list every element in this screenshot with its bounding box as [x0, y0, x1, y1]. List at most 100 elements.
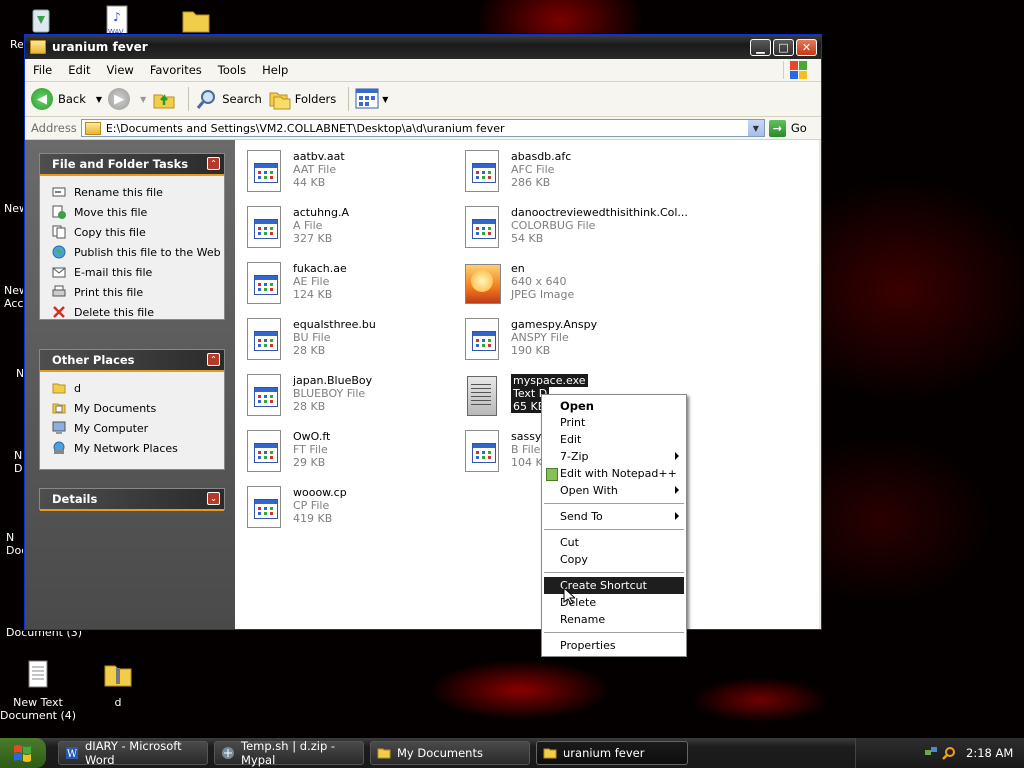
folders-button[interactable]: Folders: [268, 87, 336, 111]
task-label: Rename this file: [74, 185, 163, 199]
file-size: 28 KB: [293, 344, 326, 357]
collapse-icon[interactable]: ⌃: [207, 353, 220, 366]
desktop-icon-d-zip[interactable]: d: [80, 658, 156, 709]
menu-favorites[interactable]: Favorites: [142, 63, 210, 77]
menu-item-send-to[interactable]: Send To: [542, 508, 686, 525]
menu-view[interactable]: View: [99, 63, 142, 77]
desktop-icon-label[interactable]: N D: [14, 449, 22, 475]
file-item[interactable]: fukach.ae AE File 124 KB: [245, 260, 455, 310]
collapse-icon[interactable]: ⌃: [207, 157, 220, 170]
task-pane: File and Folder Tasks ⌃ Rename this file…: [25, 140, 235, 629]
file-size: 104 K: [511, 456, 543, 469]
taskbar-button-my-documents[interactable]: My Documents: [370, 741, 530, 765]
menu-item-7zip[interactable]: 7-Zip: [542, 448, 686, 465]
panel-header[interactable]: Details ⌄: [40, 489, 224, 511]
up-folder-icon: [153, 93, 175, 109]
minimize-button[interactable]: ▁: [750, 38, 771, 56]
recycle-bin-icon: [32, 9, 50, 33]
menu-help[interactable]: Help: [254, 63, 296, 77]
email-icon: [52, 267, 66, 278]
chevron-down-icon[interactable]: ▼: [747, 120, 764, 136]
file-item[interactable]: japan.BlueBoy BLUEBOY File 28 KB: [245, 372, 455, 422]
file-name: aatbv.aat: [293, 150, 345, 163]
search-label: Search: [222, 92, 262, 106]
menu-item-edit-notepadpp[interactable]: Edit with Notepad++: [542, 465, 686, 482]
file-size: 29 KB: [293, 456, 326, 469]
go-button[interactable]: → Go: [768, 119, 807, 137]
task-copy-file[interactable]: Copy this file: [40, 222, 224, 242]
place-my-computer[interactable]: My Computer: [40, 418, 224, 438]
taskbar-button-mypal[interactable]: Temp.sh | d.zip - Mypal: [214, 739, 364, 767]
close-button[interactable]: ✕: [796, 38, 817, 56]
file-name: japan.BlueBoy: [293, 374, 373, 387]
panel-header[interactable]: Other Places ⌃: [40, 350, 224, 372]
place-my-documents[interactable]: My Documents: [40, 398, 224, 418]
menu-item-print[interactable]: Print: [542, 414, 686, 431]
menu-item-open-with[interactable]: Open With: [542, 482, 686, 499]
panel-header[interactable]: File and Folder Tasks ⌃: [40, 154, 224, 176]
menu-file[interactable]: File: [25, 63, 60, 77]
explorer-window: uranium fever ▁ □ ✕ File Edit View Favor…: [24, 34, 822, 630]
taskbar-button-word[interactable]: W dIARY - Microsoft Word: [58, 739, 208, 767]
toolbar-separator: [188, 87, 190, 111]
file-item[interactable]: aatbv.aat AAT File 44 KB: [245, 148, 455, 198]
menu-bar: File Edit View Favorites Tools Help: [25, 59, 821, 82]
submenu-arrow-icon: [675, 512, 679, 520]
chevron-down-icon[interactable]: ▼: [96, 95, 102, 104]
maximize-button[interactable]: □: [773, 38, 794, 56]
printer-icon: [52, 285, 66, 297]
menu-item-rename[interactable]: Rename: [542, 611, 686, 628]
menu-item-copy[interactable]: Copy: [542, 551, 686, 568]
views-button[interactable]: ▼: [355, 88, 388, 110]
title-bar[interactable]: uranium fever ▁ □ ✕: [25, 35, 821, 59]
task-print-file[interactable]: Print this file: [40, 282, 224, 302]
file-item[interactable]: actuhng.A A File 327 KB: [245, 204, 455, 254]
menu-item-properties[interactable]: Properties: [542, 637, 686, 654]
desktop-icon-new-text-document-4[interactable]: New Text Document (4): [0, 658, 76, 722]
menu-item-open[interactable]: Open: [542, 397, 686, 414]
file-item[interactable]: gamespy.Anspy ANSPY File 190 KB: [463, 316, 673, 366]
panel-title: File and Folder Tasks: [52, 157, 189, 171]
start-button[interactable]: [0, 738, 46, 768]
taskbar: W dIARY - Microsoft Word Temp.sh | d.zip…: [0, 738, 1024, 768]
my-documents-icon: [52, 403, 66, 414]
place-d[interactable]: d: [40, 378, 224, 398]
forward-button[interactable]: ▶ ▼: [108, 88, 146, 110]
menu-item-label: Send To: [560, 510, 603, 523]
file-item[interactable]: danooctreviewedthisithink.Col... COLORBUG…: [463, 204, 688, 254]
network-tray-icon[interactable]: [924, 746, 938, 760]
expand-icon[interactable]: ⌄: [207, 492, 220, 505]
task-email-file[interactable]: E-mail this file: [40, 262, 224, 282]
taskbar-button-uranium-fever[interactable]: uranium fever: [536, 741, 688, 765]
menu-separator: [544, 529, 684, 530]
chevron-down-icon[interactable]: ▼: [140, 95, 146, 104]
address-input[interactable]: E:\Documents and Settings\VM2.COLLABNET\…: [80, 119, 765, 137]
task-rename-file[interactable]: Rename this file: [40, 182, 224, 202]
task-move-file[interactable]: Move this file: [40, 202, 224, 222]
file-item[interactable]: OwO.ft FT File 29 KB: [245, 428, 455, 478]
file-name: abasdb.afc: [511, 150, 572, 163]
desktop-icon-label[interactable]: N: [16, 367, 24, 380]
file-name: equalsthree.bu: [293, 318, 376, 331]
file-name: danooctreviewedthisithink.Col...: [511, 206, 688, 219]
file-name: en: [511, 262, 525, 275]
task-publish-web[interactable]: Publish this file to the Web: [40, 242, 224, 262]
menu-tools[interactable]: Tools: [210, 63, 254, 77]
back-button[interactable]: ◀ Back ▼: [31, 88, 102, 110]
file-item[interactable]: equalsthree.bu BU File 28 KB: [245, 316, 455, 366]
menu-item-label: 7-Zip: [560, 450, 589, 463]
file-item[interactable]: en 640 x 640 JPEG Image: [463, 260, 673, 310]
up-folder-button[interactable]: [152, 87, 176, 111]
place-my-network-places[interactable]: My Network Places: [40, 438, 224, 458]
menu-edit[interactable]: Edit: [60, 63, 98, 77]
search-tray-icon[interactable]: [942, 746, 956, 760]
file-size: 286 KB: [511, 176, 551, 189]
file-item[interactable]: wooow.cp CP File 419 KB: [245, 484, 455, 534]
task-delete-file[interactable]: Delete this file: [40, 302, 224, 322]
search-button[interactable]: Search: [195, 87, 262, 111]
file-item[interactable]: abasdb.afc AFC File 286 KB: [463, 148, 673, 198]
menu-item-cut[interactable]: Cut: [542, 534, 686, 551]
file-name: gamespy.Anspy: [511, 318, 598, 331]
menu-item-edit[interactable]: Edit: [542, 431, 686, 448]
task-label: Copy this file: [74, 225, 146, 239]
